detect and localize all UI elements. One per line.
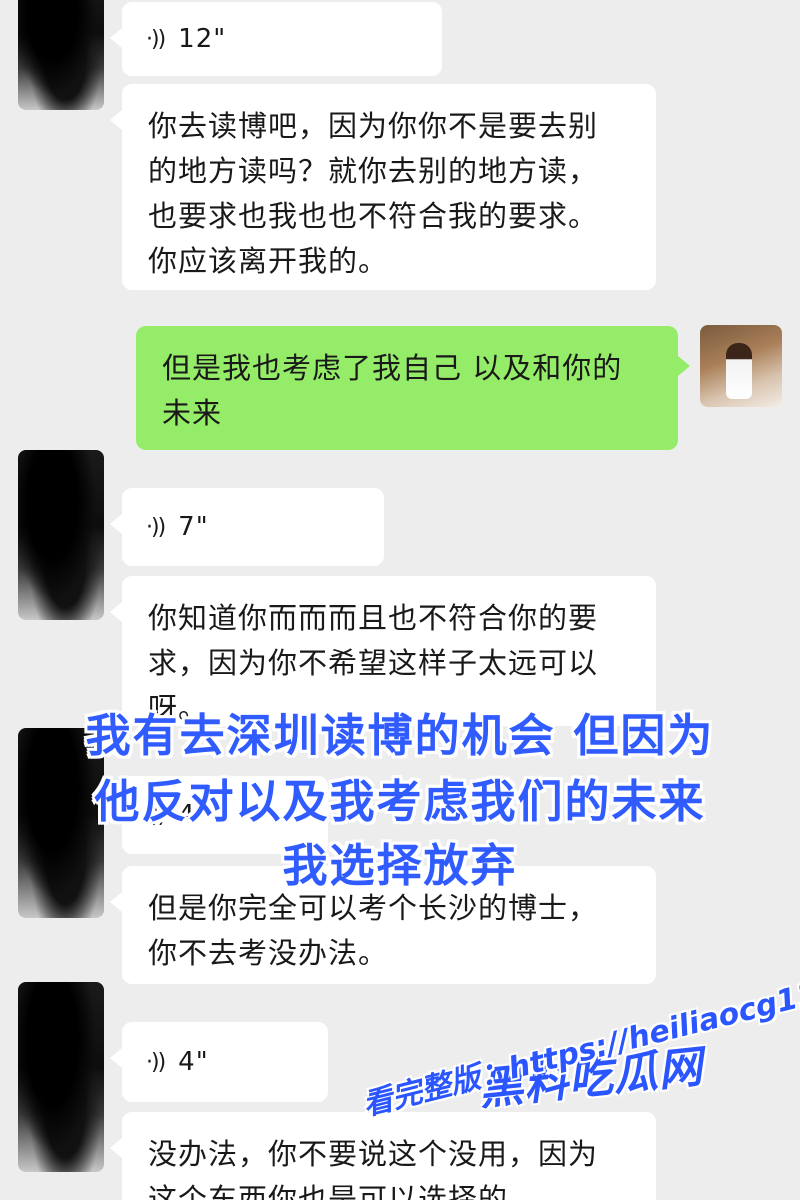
my-message-bubble[interactable]: 但是我也考虑了我自己 以及和你的 未来 xyxy=(136,326,690,450)
voice-wave-icon: ·)) xyxy=(146,26,166,52)
message-line: 这个东西你也是可以选择的。 xyxy=(148,1182,539,1200)
text-message-bubble[interactable]: 没办法，你不要说这个没用，因为 这个东西你也是可以选择的。 xyxy=(110,1112,656,1200)
voice-duration: 7" xyxy=(178,511,209,542)
redaction-scribble xyxy=(18,0,104,110)
voice-message-bubble[interactable]: ·)) 7" xyxy=(110,488,384,566)
caption-overlay: 我有去深圳读博的机会 但因为 他反对以及我考虑我们的未来 我选择放弃 xyxy=(0,706,800,896)
contact-avatar[interactable] xyxy=(18,0,104,110)
message-line: 求，因为你不希望这样子太远可以 xyxy=(148,646,599,680)
message-line: 你去读博吧，因为你你不是要去别 xyxy=(148,109,599,143)
voice-message[interactable]: ·)) 4" xyxy=(122,1022,328,1102)
voice-message[interactable]: ·)) 7" xyxy=(122,488,384,566)
voice-message-bubble[interactable]: ·)) 4" xyxy=(110,1022,328,1102)
voice-message[interactable]: ·)) 12" xyxy=(122,2,442,76)
caption-line: 我有去深圳读博的机会 但因为 xyxy=(85,709,715,762)
message-line: 也要求也我也也不符合我的要求。 xyxy=(148,199,599,233)
voice-duration: 4" xyxy=(178,1046,209,1077)
voice-message-bubble[interactable]: ·)) 12" xyxy=(110,2,442,76)
chat-screen: ·)) 12" 你去读博吧，因为你你不是要去别 的地方读吗？就你去别的地方读， … xyxy=(0,0,800,1200)
message-line: 你知道你而而而且也不符合你的要 xyxy=(148,601,599,635)
message-line: 你应该离开我的。 xyxy=(148,244,389,278)
caption-line: 他反对以及我考虑我们的未来 xyxy=(94,775,706,828)
message-line: 但是我也考虑了我自己 以及和你的 xyxy=(162,351,623,385)
voice-wave-icon: ·)) xyxy=(146,514,166,540)
contact-avatar[interactable] xyxy=(18,450,104,620)
message-line: 未来 xyxy=(162,396,223,430)
redaction-scribble xyxy=(18,982,104,1172)
message-line: 没办法，你不要说这个没用，因为 xyxy=(148,1137,599,1171)
message-line: 你不去考没办法。 xyxy=(148,936,389,970)
voice-wave-icon: ·)) xyxy=(146,1049,166,1075)
voice-duration: 12" xyxy=(178,23,227,54)
message-line: 的地方读吗？就你去别的地方读， xyxy=(148,154,599,188)
text-message-bubble[interactable]: 你去读博吧，因为你你不是要去别 的地方读吗？就你去别的地方读， 也要求也我也也不… xyxy=(110,84,656,290)
redaction-scribble xyxy=(18,450,104,620)
contact-avatar[interactable] xyxy=(18,982,104,1172)
text-message-bubble[interactable]: 你知道你而而而且也不符合你的要 求，因为你不希望这样子太远可以 呀。 xyxy=(110,576,656,726)
avatar-figure xyxy=(726,343,752,399)
caption-line: 我选择放弃 xyxy=(282,839,518,892)
my-avatar[interactable] xyxy=(700,325,782,407)
